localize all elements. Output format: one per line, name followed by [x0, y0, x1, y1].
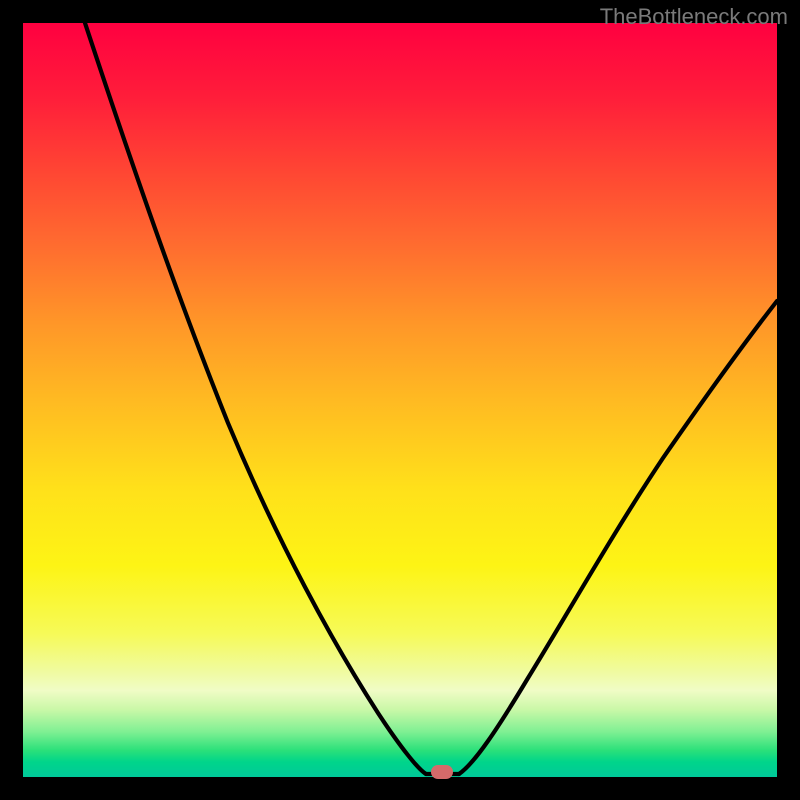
bottleneck-curve	[23, 23, 777, 777]
attribution-text: TheBottleneck.com	[600, 4, 788, 30]
curve-right	[459, 301, 777, 774]
curve-left	[85, 23, 426, 774]
plot-area	[23, 23, 777, 777]
chart-frame: TheBottleneck.com	[0, 0, 800, 800]
min-marker	[431, 765, 453, 779]
